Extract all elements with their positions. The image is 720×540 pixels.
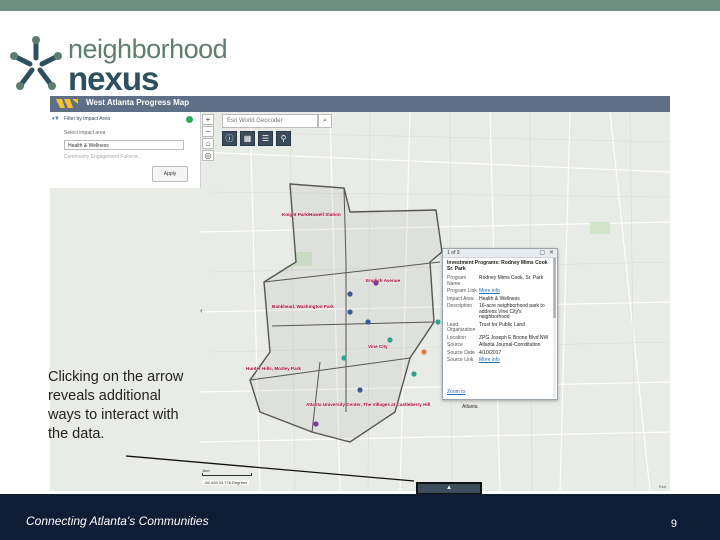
impact-area-select[interactable]: Health & Wellness <box>64 140 184 150</box>
map-app-title: West Atlanta Progress Map <box>86 98 190 107</box>
map-label-bankhead: Bankhead, Washington Park <box>272 304 334 309</box>
map-marker[interactable] <box>373 280 379 286</box>
map-marker[interactable] <box>435 319 441 325</box>
map-marker[interactable] <box>341 355 347 361</box>
coordinate-readout: -84.428 33.776 Degrees <box>202 480 250 485</box>
popup-row: Impact Area Health & Wellness <box>447 295 520 302</box>
info-icon[interactable]: ⓘ <box>222 131 237 146</box>
footer-tagline: Connecting Atlanta's Communities <box>26 514 209 528</box>
popup-header: 1 of 3 ▢ ✕ <box>443 249 557 258</box>
popup-row: Source Date 4/10/2017 <box>447 349 502 356</box>
filter-panel-title: Filter by Impact Area <box>64 116 110 122</box>
filter-active-check-icon <box>186 116 193 123</box>
popup-row: Source Link More info <box>447 357 553 364</box>
zoom-out-button[interactable]: − <box>202 126 214 137</box>
map-label-hunter-hills: Hunter Hills, Mozley Park <box>246 366 301 371</box>
apply-button[interactable]: Apply <box>152 166 188 182</box>
popup-row: Program Link More info <box>447 288 553 295</box>
popup-attribute-list: Program Name Rodney Mims Cook, Sr. Park P… <box>447 275 553 366</box>
map-attribution: Esri <box>659 484 666 489</box>
app-logo-icon <box>56 99 78 108</box>
map-marker[interactable] <box>411 371 417 377</box>
search-icon[interactable]: ⌕ <box>318 114 332 128</box>
top-accent-bar <box>0 0 720 11</box>
slide-footer: Connecting Atlanta's Communities 9 <box>0 494 720 540</box>
locate-button[interactable]: ◎ <box>202 150 214 161</box>
callout-text: Clicking on the arrow reveals additional… <box>48 369 184 442</box>
filter-funnel-icon: ▼ <box>54 116 60 122</box>
zoom-to-link[interactable]: Zoom to <box>447 389 465 395</box>
map-label-vine-city: Vine City <box>368 344 388 349</box>
close-icon[interactable]: ✕ <box>549 249 554 256</box>
map-app-header: West Atlanta Progress Map <box>50 96 670 112</box>
popup-count: 1 of 3 <box>447 250 460 256</box>
logo-wordmark-nexus: nexus <box>68 60 159 97</box>
filter-select-label: Select impact area <box>64 130 106 136</box>
neighborhood-nexus-logo: neighborhood nexus <box>8 34 228 97</box>
map-marker[interactable] <box>347 291 353 297</box>
zoom-in-button[interactable]: + <box>202 114 214 125</box>
popup-row: Source Atlanta Journal-Constitution <box>447 342 541 348</box>
popup-row: Program Name Rodney Mims Cook, Sr. Park <box>447 275 544 287</box>
map-marker[interactable] <box>357 387 363 393</box>
program-link[interactable]: More info <box>479 288 551 295</box>
page-number: 9 <box>670 518 677 530</box>
maximize-icon[interactable]: ▢ <box>539 249 545 256</box>
zoom-controls: + − ⌂ ◎ <box>202 114 214 162</box>
popup-row: Lead Organization Trust for Public Land <box>447 321 525 333</box>
geocoder-search-input[interactable]: Esri World Geocoder <box>222 114 318 128</box>
scale-label: 1km <box>202 468 210 473</box>
source-link[interactable]: More info <box>479 357 551 364</box>
layers-icon[interactable]: ▦ <box>240 131 255 146</box>
nexus-star-icon <box>10 36 62 90</box>
map-label-atlanta: Atlanta <box>462 404 478 410</box>
popup-row: Location ZPG Joseph E Boone Blvd NW <box>447 334 549 341</box>
filter-panel: ▾ ▼ Filter by Impact Area Select impact … <box>50 112 201 188</box>
map-marker[interactable] <box>421 349 427 355</box>
pin-icon[interactable]: ⚲ <box>276 131 291 146</box>
popup-row: Description 16-acre neighborhood park to … <box>447 303 545 320</box>
map-label-knight-park: Knight Park/Howell Station <box>282 212 341 217</box>
scale-bar: 1km <box>202 468 266 476</box>
popup-scrollbar[interactable] <box>553 258 556 398</box>
legend-icon[interactable]: ☰ <box>258 131 273 146</box>
map-marker[interactable] <box>387 337 393 343</box>
panel-collapse-arrow-icon[interactable]: ‹ <box>200 306 203 315</box>
map-marker[interactable] <box>347 309 353 315</box>
feature-popup: 1 of 3 ▢ ✕ Investment Programs: Rodney M… <box>442 248 558 400</box>
map-label-auc: Atlanta University Center, The Villages … <box>306 402 430 407</box>
popup-title: Investment Programs: Rodney Mims Cook Sr… <box>447 260 548 272</box>
map-marker[interactable] <box>313 421 319 427</box>
home-button[interactable]: ⌂ <box>202 138 214 149</box>
filter-hint-text: Community Engagement Fullscre... <box>64 154 143 160</box>
chevron-up-icon: ▲ <box>446 485 452 491</box>
map-label-english-avenue: English Avenue <box>366 278 401 283</box>
map-marker[interactable] <box>365 319 371 325</box>
